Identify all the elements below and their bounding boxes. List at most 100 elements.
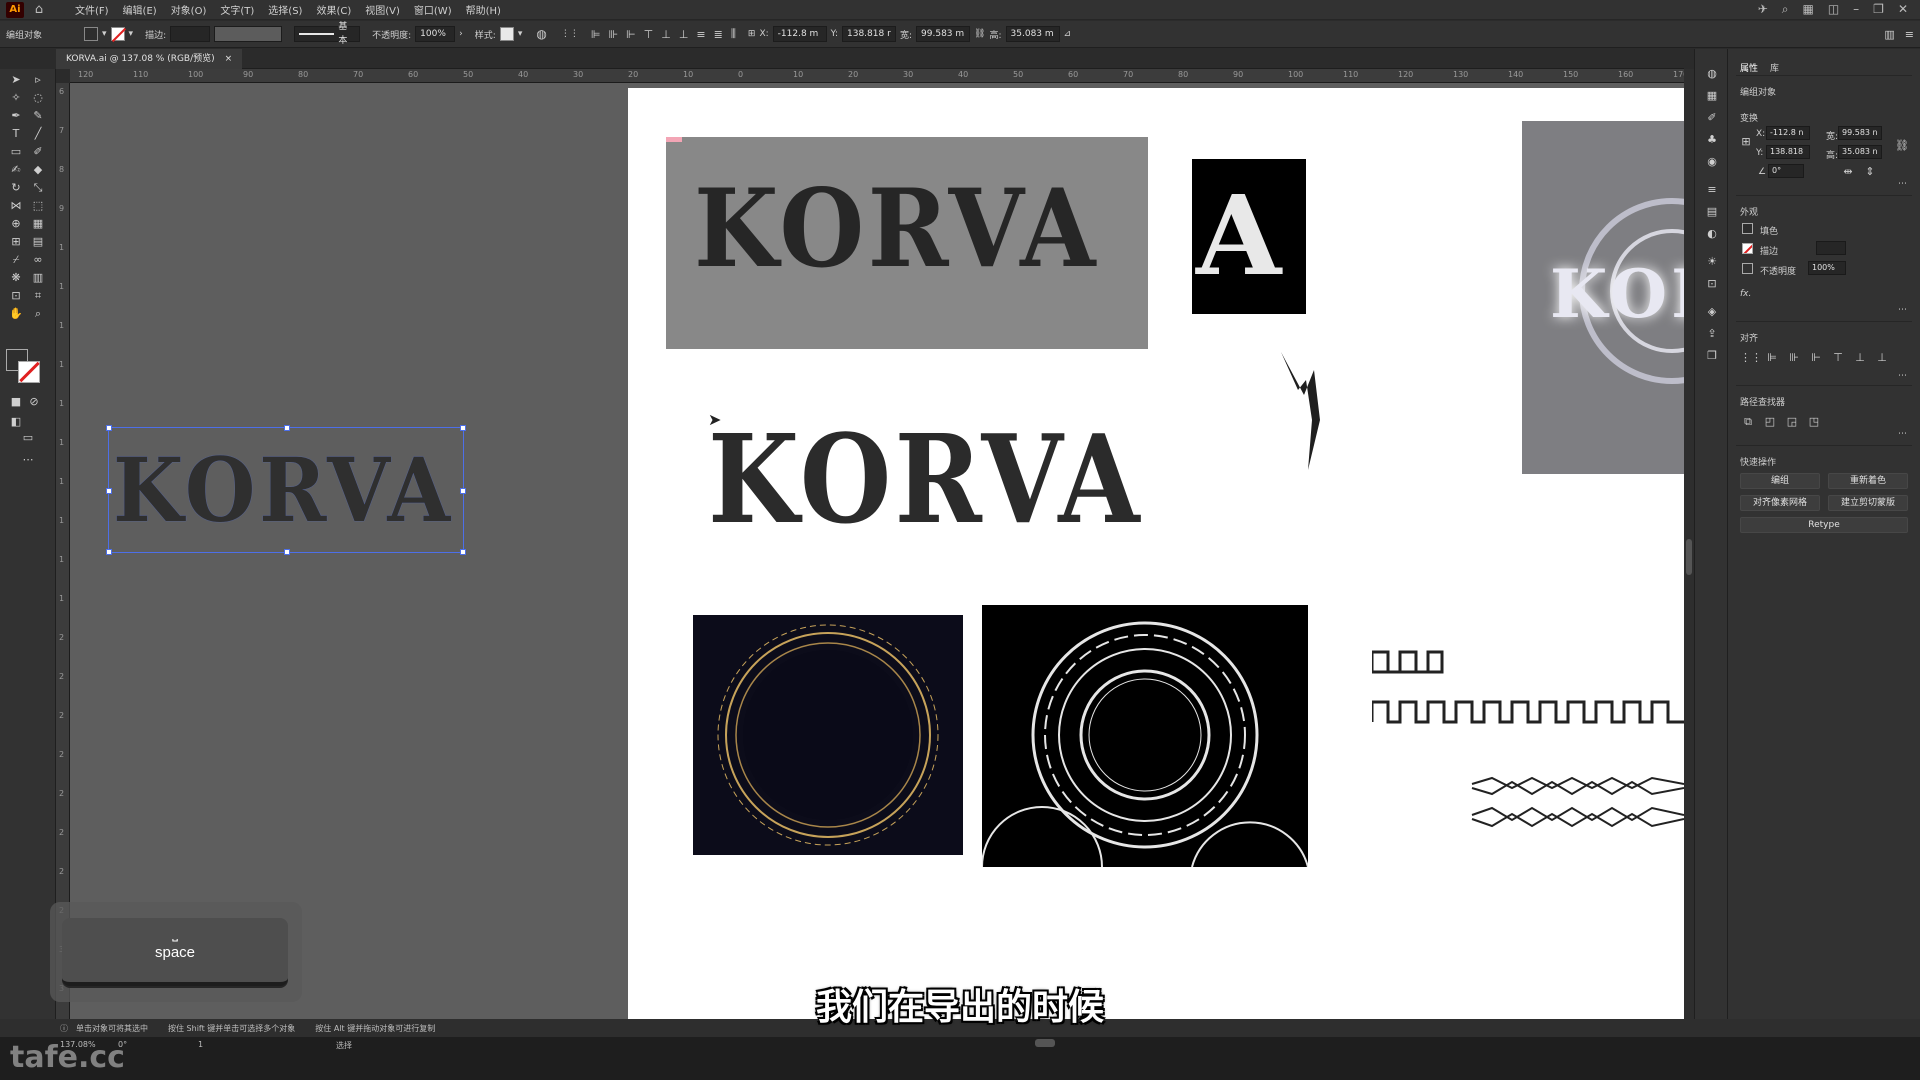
eyedropper-icon[interactable]: ⌿	[8, 253, 24, 267]
distribute-v-icon[interactable]: ⫼	[731, 27, 736, 41]
link-icon[interactable]: ⛓	[1894, 139, 1910, 153]
align-hcenter-icon[interactable]: ⊪	[1786, 351, 1802, 365]
stroke-swatch[interactable]	[110, 27, 126, 43]
workspace-icon[interactable]: ▦	[1802, 2, 1813, 17]
align-bottom-icon[interactable]: ⊥	[679, 28, 689, 41]
menu-object[interactable]: 对象(O)	[164, 2, 214, 17]
stroke-weight-field[interactable]	[1816, 241, 1846, 255]
image-trace-icon[interactable]: ⊡	[1704, 277, 1720, 291]
grid-icon[interactable]: ⋮⋮	[561, 29, 579, 39]
blend-tool-icon[interactable]: ∞	[30, 253, 46, 267]
menu-view[interactable]: 视图(V)	[358, 2, 407, 17]
menu-type[interactable]: 文字(T)	[213, 2, 261, 17]
width-tool-icon[interactable]: ⋈	[8, 199, 24, 213]
swatches-panel-icon[interactable]: ▦	[1704, 89, 1720, 103]
opacity-field[interactable]: 100%	[1808, 261, 1846, 275]
pixel-grid-button[interactable]: 对齐像素网格	[1740, 495, 1820, 511]
horizontal-scroll-thumb[interactable]	[1035, 1039, 1055, 1047]
screen-mode-icon[interactable]: ▭	[20, 431, 36, 445]
x-field[interactable]: -112.8 m	[772, 26, 827, 42]
eraser-icon[interactable]: ◆	[30, 163, 46, 177]
selection-tool-icon[interactable]: ➤	[8, 73, 24, 87]
curvature-tool-icon[interactable]: ✎	[30, 109, 46, 123]
chevron-down-icon[interactable]: ▾	[129, 29, 134, 39]
unite-icon[interactable]: ⧉	[1740, 415, 1756, 429]
recolor-button[interactable]: 重新着色	[1828, 473, 1908, 489]
canvas-area[interactable]: KORVA KORVA A KORVA ➤ KO	[70, 83, 1684, 1025]
selection-handle[interactable]	[460, 488, 466, 494]
align-hcenter-icon[interactable]: ⊪	[608, 28, 618, 41]
reference-image-letter-a[interactable]: A	[1192, 159, 1306, 314]
line-tool-icon[interactable]: ╱	[30, 127, 46, 141]
pen-tool-icon[interactable]: ✒	[8, 109, 24, 123]
w-field[interactable]: 99.583 n	[1838, 126, 1882, 140]
h-field[interactable]: 35.083 n	[1838, 145, 1882, 159]
color-panel-icon[interactable]: ◍	[1704, 67, 1720, 81]
selection-handle[interactable]	[460, 425, 466, 431]
zoom-tool-icon[interactable]: ⌕	[30, 307, 46, 321]
align-vcenter-icon[interactable]: ⊥	[661, 28, 671, 41]
flip-vertical-icon[interactable]: ⇕	[1862, 165, 1878, 179]
align-to-icon[interactable]: ⋮⋮	[1740, 351, 1762, 365]
variable-width-field[interactable]	[214, 26, 283, 42]
arrange-docs-icon[interactable]: ▥	[1884, 28, 1894, 41]
gradient-panel-icon[interactable]: ▤	[1704, 205, 1720, 219]
opacity-field[interactable]: 100%	[415, 26, 456, 42]
more-options-icon[interactable]: ⋯	[1898, 305, 1907, 315]
menu-select[interactable]: 选择(S)	[261, 2, 309, 17]
reference-image-korva-gray[interactable]: KORVA	[666, 137, 1148, 349]
align-left-icon[interactable]: ⊫	[591, 28, 601, 41]
chevron-down-icon[interactable]: ▾	[102, 29, 107, 39]
free-transform-icon[interactable]: ⬚	[30, 199, 46, 213]
reference-image-gold-ring[interactable]	[693, 615, 963, 855]
fx-button[interactable]: fx.	[1740, 289, 1751, 299]
minus-front-icon[interactable]: ◰	[1762, 415, 1778, 429]
close-tab-icon[interactable]: ×	[225, 49, 233, 69]
arrange-icon[interactable]: ◫	[1828, 2, 1839, 17]
artboards-panel-icon[interactable]: ❐	[1704, 349, 1720, 363]
selection-handle[interactable]	[106, 425, 112, 431]
align-left-icon[interactable]: ⊫	[1764, 351, 1780, 365]
status-mode[interactable]: 选择	[336, 1040, 352, 1051]
more-options-icon[interactable]: ⋯	[1898, 371, 1907, 381]
x-field[interactable]: -112.8 n	[1766, 126, 1810, 140]
align-bottom-icon[interactable]: ⊥	[1874, 351, 1890, 365]
h-field[interactable]: 35.083 m	[1005, 26, 1060, 42]
distribute-icon[interactable]: ≡	[696, 28, 705, 41]
align-right-icon[interactable]: ⊩	[1808, 351, 1824, 365]
document-tab[interactable]: KORVA.ai @ 137.08 % (RGB/预览) ×	[56, 49, 243, 69]
more-tools-icon[interactable]: ⋯	[20, 453, 36, 467]
selection-bounding-box[interactable]: KORVA	[106, 425, 466, 555]
vertical-scroll-thumb[interactable]	[1686, 539, 1692, 575]
graphic-styles-icon[interactable]: ◉	[1704, 155, 1720, 169]
type-tool-icon[interactable]: T	[8, 127, 24, 141]
reference-point-icon[interactable]: ⊞	[1738, 135, 1754, 149]
angle-field[interactable]: 0°	[1768, 164, 1804, 178]
w-field[interactable]: 99.583 m	[916, 26, 971, 42]
close-icon[interactable]: ✕	[1898, 2, 1908, 17]
selection-handle[interactable]	[106, 488, 112, 494]
stroke-style-select[interactable]: 基本	[294, 22, 361, 46]
direct-selection-tool-icon[interactable]: ▹	[30, 73, 46, 87]
column-graph-icon[interactable]: ▥	[30, 271, 46, 285]
layers-panel-icon[interactable]: ◈	[1704, 305, 1720, 319]
brushes-panel-icon[interactable]: ✐	[1704, 111, 1720, 125]
reference-point-icon[interactable]: ⊞	[748, 29, 756, 39]
pattern-strokes[interactable]	[1372, 648, 1684, 828]
vertical-scrollbar[interactable]	[1684, 69, 1694, 1025]
align-vcenter-icon[interactable]: ⊥	[1852, 351, 1868, 365]
menu-edit[interactable]: 编辑(E)	[116, 2, 164, 17]
chevron-right-icon[interactable]: ›	[459, 29, 463, 39]
magic-wand-icon[interactable]: ✧	[8, 91, 24, 105]
stroke-swatch[interactable]	[1742, 243, 1753, 254]
symbol-sprayer-icon[interactable]: ❋	[8, 271, 24, 285]
rectangle-tool-icon[interactable]: ▭	[8, 145, 24, 159]
link-icon[interactable]: ⛓	[974, 29, 985, 39]
restore-icon[interactable]: ❐	[1873, 2, 1884, 17]
reference-image-glowing-logo[interactable]: KORV	[1522, 121, 1684, 474]
paintbrush-icon[interactable]: ✐	[30, 145, 46, 159]
panel-menu-icon[interactable]: ≡	[1905, 28, 1914, 41]
transform-more-icon[interactable]: ⊿	[1064, 29, 1072, 39]
selected-korva-logo[interactable]: KORVA	[113, 446, 454, 534]
home-icon[interactable]: ⌂	[30, 2, 48, 18]
